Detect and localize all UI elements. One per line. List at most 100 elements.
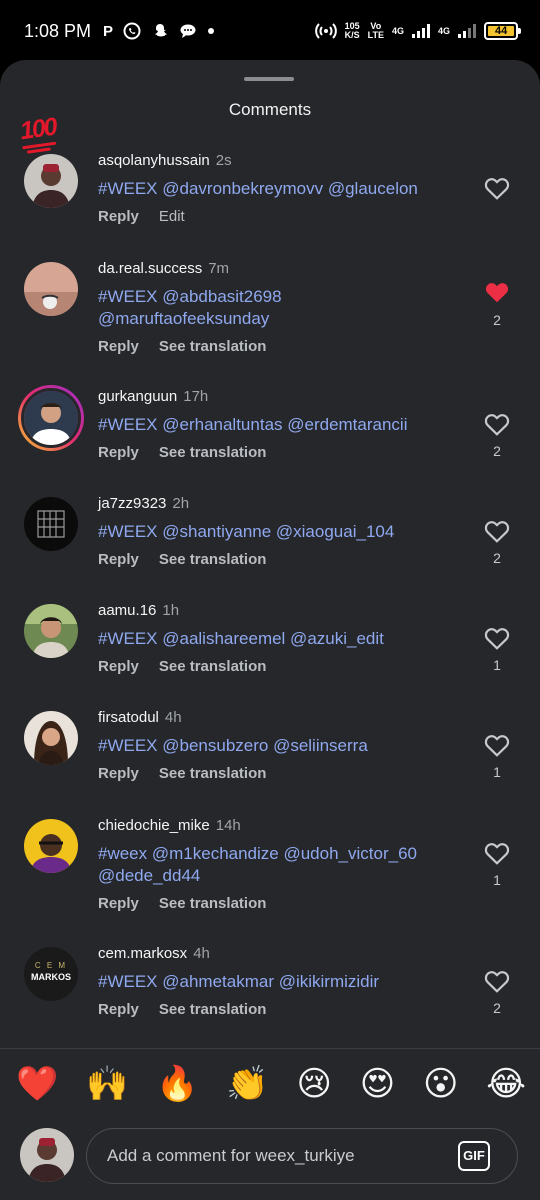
reply-button[interactable]: Reply <box>98 1001 139 1018</box>
see-translation-button[interactable]: See translation <box>159 658 267 675</box>
heart-icon[interactable] <box>484 412 510 436</box>
comment-actions: Reply Edit <box>98 208 185 225</box>
comment-timestamp: 1h <box>162 602 180 619</box>
heart-filled-icon[interactable] <box>484 280 510 304</box>
heart-icon[interactable] <box>484 841 510 865</box>
divider <box>0 1048 540 1049</box>
see-translation-button[interactable]: See translation <box>159 338 267 355</box>
comment-text[interactable]: #WEEX @bensubzero @seliinserra <box>98 735 468 757</box>
comment-text[interactable]: #WEEX @erhanaltuntas @erdemtarancii <box>98 414 468 436</box>
whatsapp-icon <box>123 22 141 40</box>
like-count: 1 <box>493 872 501 888</box>
red-heart-emoji-icon[interactable]: ❤️ <box>16 1064 58 1104</box>
quick-reactions-bar: ❤️ 🙌 🔥 👏 😢 😍 😮 😂 <box>16 1064 526 1104</box>
comment-timestamp: 2s <box>215 152 232 169</box>
heart-icon[interactable] <box>484 626 510 650</box>
like-count: 2 <box>493 312 501 328</box>
drag-handle[interactable] <box>244 77 294 81</box>
reply-button[interactable]: Reply <box>98 765 139 782</box>
comment-actions: Reply See translation <box>98 338 266 355</box>
avatar[interactable] <box>24 262 78 316</box>
reply-button[interactable]: Reply <box>98 658 139 675</box>
comment-username[interactable]: cem.markosx 4h <box>98 945 210 962</box>
like-count: 1 <box>493 764 501 780</box>
see-translation-button[interactable]: See translation <box>159 444 267 461</box>
fire-emoji-icon[interactable]: 🔥 <box>156 1064 198 1104</box>
like-count: 2 <box>493 550 501 566</box>
reply-button[interactable]: Reply <box>98 444 139 461</box>
comment-actions: Reply See translation <box>98 895 266 912</box>
comment-timestamp: 4h <box>164 709 182 726</box>
edit-button[interactable]: Edit <box>159 208 185 225</box>
comment-text[interactable]: #WEEX @shantiyanne @xiaoguai_104 <box>98 521 468 543</box>
comment-username[interactable]: gurkanguun 17h <box>98 388 208 405</box>
comment-text[interactable]: #weex @m1kechandize @udoh_victor_60 @ded… <box>98 843 458 887</box>
status-indicators: 105 K/S Vo LTE 4G 4G 44 <box>314 21 521 40</box>
status-bar: 1:08 PM P 105 K/S Vo LTE 4G 4G 44 <box>0 0 540 62</box>
comment-text[interactable]: #WEEX @abdbasit2698 @maruftaofeeksunday <box>98 286 328 330</box>
comment-username[interactable]: da.real.success 7m <box>98 260 229 277</box>
see-translation-button[interactable]: See translation <box>159 551 267 568</box>
heart-eyes-emoji-icon[interactable]: 😍 <box>360 1064 395 1104</box>
comment-text[interactable]: #WEEX @aalishareemel @azuki_edit <box>98 628 468 650</box>
volte-indicator: Vo LTE <box>367 21 384 40</box>
comment-actions: Reply See translation <box>98 658 266 675</box>
comment-timestamp: 4h <box>193 945 210 962</box>
comment-actions: Reply See translation <box>98 1001 266 1018</box>
tears-of-joy-emoji-icon[interactable]: 😂 <box>486 1064 526 1104</box>
heart-icon[interactable] <box>484 519 510 543</box>
comment-text[interactable]: #WEEX @davronbekreymovv @glaucelon <box>98 178 468 200</box>
battery-icon: 44 <box>484 22 521 40</box>
avatar-story-ring[interactable] <box>18 385 84 451</box>
avatar[interactable] <box>24 604 78 658</box>
raised-hands-emoji-icon[interactable]: 🙌 <box>86 1064 128 1104</box>
crying-face-emoji-icon[interactable]: 😢 <box>297 1064 332 1104</box>
see-translation-button[interactable]: See translation <box>159 895 267 912</box>
signal-strength-icon-2 <box>458 24 476 38</box>
current-user-avatar[interactable] <box>20 1128 74 1182</box>
heart-icon[interactable] <box>484 176 510 200</box>
avatar[interactable]: C E M MARKOS <box>24 947 78 1001</box>
comment-username[interactable]: aamu.16 1h <box>98 602 179 619</box>
like-count: 2 <box>493 1000 501 1016</box>
surprised-face-emoji-icon[interactable]: 😮 <box>423 1064 458 1104</box>
comment-actions: Reply See translation <box>98 765 266 782</box>
comment-timestamp: 17h <box>183 388 209 405</box>
gif-button[interactable]: GIF <box>458 1141 490 1171</box>
avatar-logo-line: MARKOS <box>31 972 71 982</box>
avatar[interactable] <box>24 711 78 765</box>
reply-button[interactable]: Reply <box>98 208 139 225</box>
comment-text[interactable]: #WEEX @ahmetakmar @ikikirmizidir <box>98 971 468 993</box>
like-count: 1 <box>493 657 501 673</box>
clapping-hands-emoji-icon[interactable]: 👏 <box>226 1064 268 1104</box>
avatar[interactable] <box>24 154 78 208</box>
comments-sheet: Comments 100 asqolanyhussain 2s #WEEX @da… <box>0 60 540 1200</box>
parking-app-icon: P <box>103 22 114 40</box>
network-speed: 105 K/S <box>344 21 360 40</box>
notification-icons: P <box>103 22 215 40</box>
chat-bubble-icon <box>180 24 196 38</box>
comment-username[interactable]: asqolanyhussain 2s <box>98 152 232 169</box>
snapchat-icon <box>155 24 168 37</box>
heart-icon[interactable] <box>484 969 510 993</box>
comment-username[interactable]: chiedochie_mike 14h <box>98 817 241 834</box>
see-translation-button[interactable]: See translation <box>159 1001 267 1018</box>
hundred-emoji-icon: 100 <box>18 112 58 146</box>
avatar[interactable] <box>24 819 78 873</box>
see-translation-button[interactable]: See translation <box>159 765 267 782</box>
comment-timestamp: 14h <box>215 817 241 834</box>
heart-icon[interactable] <box>484 733 510 757</box>
add-comment-input[interactable] <box>86 1128 518 1184</box>
comment-username[interactable]: ja7zz9323 2h <box>98 495 189 512</box>
reply-button[interactable]: Reply <box>98 338 139 355</box>
reply-button[interactable]: Reply <box>98 895 139 912</box>
hotspot-icon <box>314 23 337 39</box>
more-dot-icon <box>208 28 215 34</box>
network-4g-a: 4G <box>391 25 404 36</box>
comment-timestamp: 2h <box>172 495 190 512</box>
avatar-logo-line: C E M <box>34 961 68 970</box>
reply-button[interactable]: Reply <box>98 551 139 568</box>
comment-actions: Reply See translation <box>98 551 266 568</box>
avatar[interactable] <box>24 497 78 551</box>
comment-username[interactable]: firsatodul 4h <box>98 709 182 726</box>
